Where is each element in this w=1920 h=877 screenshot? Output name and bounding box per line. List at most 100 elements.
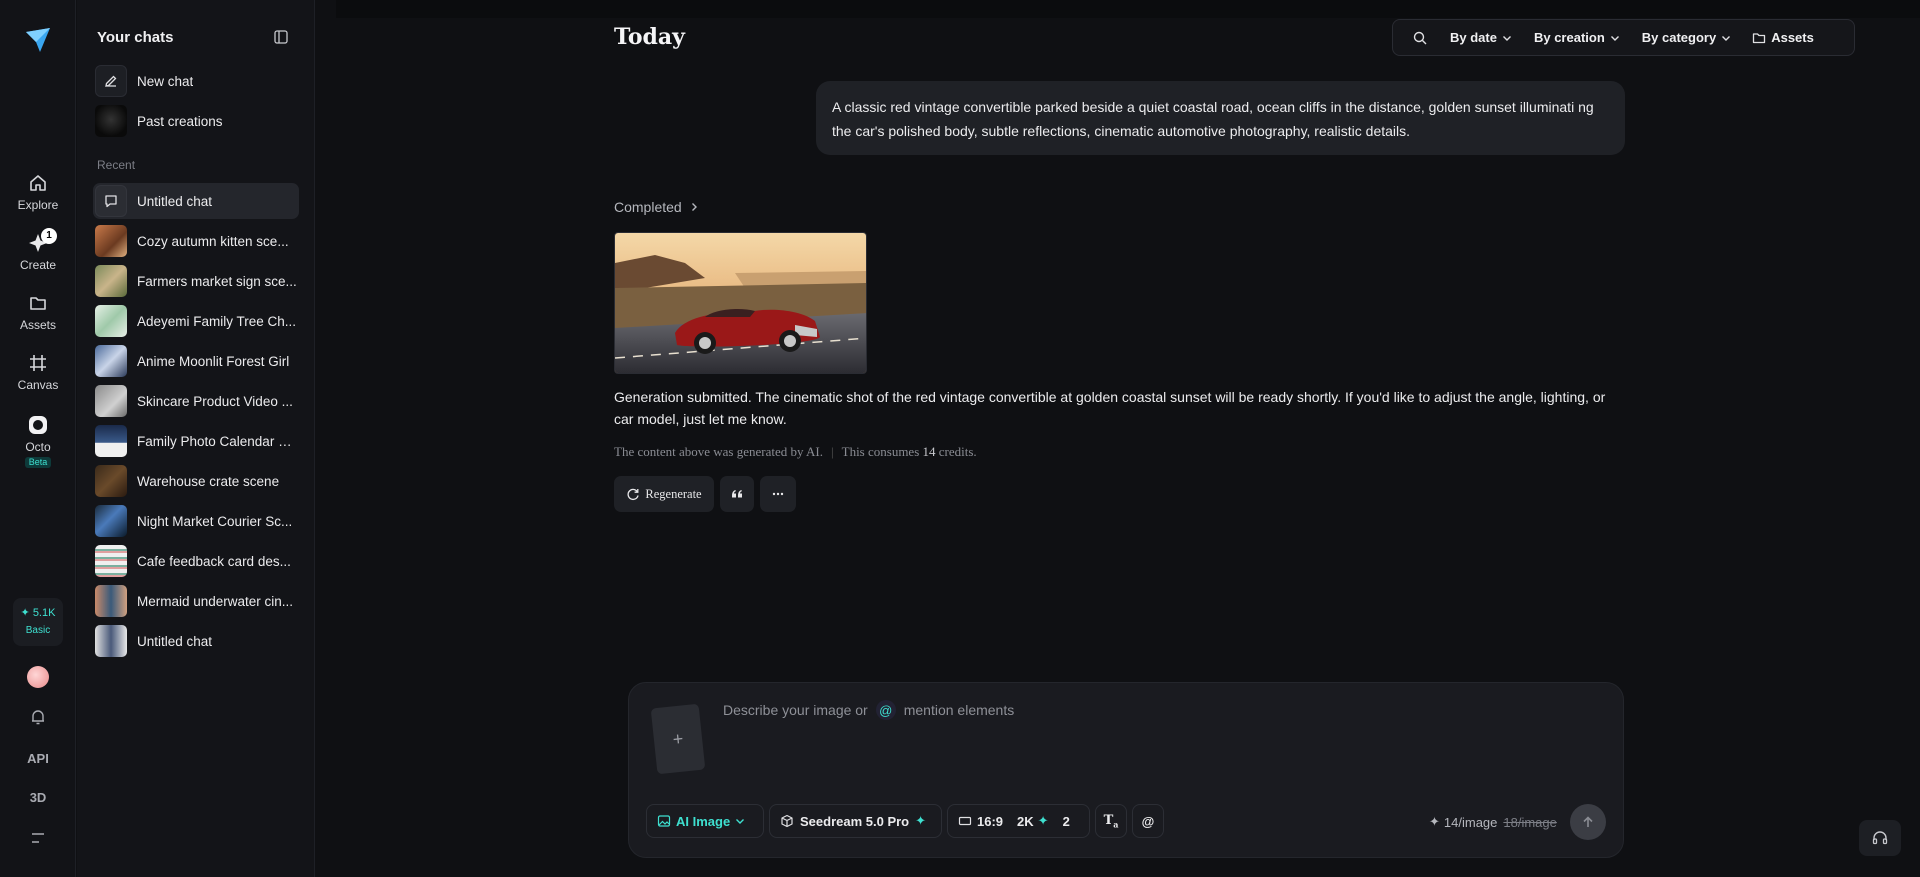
quote-button[interactable] xyxy=(720,476,754,512)
aspect-ratio-icon xyxy=(958,816,972,826)
message-actions: Regenerate xyxy=(614,476,802,512)
chat-thumbnail xyxy=(95,425,127,457)
octo-icon xyxy=(29,416,47,434)
chevron-down-icon xyxy=(1610,35,1619,41)
chat-item[interactable]: Adeyemi Family Tree Ch... xyxy=(93,303,299,339)
past-creations-button[interactable]: Past creations xyxy=(93,103,299,139)
mention-button[interactable]: @ xyxy=(1132,804,1164,838)
completed-status[interactable]: Completed xyxy=(614,199,700,215)
past-creations-thumbnail xyxy=(95,105,127,137)
by-date-label: By date xyxy=(1450,30,1497,45)
chevron-down-icon xyxy=(1722,35,1731,41)
chat-item[interactable]: Skincare Product Video ... xyxy=(93,383,299,419)
sparkle-icon: ✦ xyxy=(915,813,927,828)
chat-item-label: Untitled chat xyxy=(137,633,213,649)
generated-image[interactable] xyxy=(614,232,867,374)
rail-assets[interactable]: Assets xyxy=(0,292,76,332)
car-image xyxy=(615,233,866,373)
rail-canvas-label: Canvas xyxy=(17,378,59,392)
chat-item[interactable]: Farmers market sign sce... xyxy=(93,263,299,299)
chat-item-label: Family Photo Calendar E... xyxy=(137,433,297,449)
search-icon[interactable] xyxy=(1412,30,1428,46)
chat-item-label: Warehouse crate scene xyxy=(137,473,280,489)
chat-item[interactable]: Cafe feedback card des... xyxy=(93,543,299,579)
chat-item[interactable]: Untitled chat xyxy=(93,183,299,219)
collapse-sidebar-icon[interactable] xyxy=(273,29,289,45)
rail-create[interactable]: 1 Create xyxy=(0,228,76,272)
user-prompt-message: A classic red vintage convertible parked… xyxy=(816,81,1625,155)
add-reference-button[interactable]: + xyxy=(650,703,706,775)
by-category-dropdown[interactable]: By category xyxy=(1642,30,1732,45)
chat-bubble-icon xyxy=(95,185,127,217)
mode-selector[interactable]: AI Image xyxy=(646,804,764,838)
more-options-button[interactable] xyxy=(760,476,796,512)
new-chat-button[interactable]: New chat xyxy=(93,63,299,99)
chat-thumbnail xyxy=(95,265,127,297)
rail-explore-label: Explore xyxy=(17,198,59,212)
chat-item[interactable]: Anime Moonlit Forest Girl xyxy=(93,343,299,379)
text-style-button[interactable]: Ta xyxy=(1095,804,1127,838)
chat-thumbnail xyxy=(95,225,127,257)
chat-item[interactable]: Family Photo Calendar E... xyxy=(93,423,299,459)
by-creation-dropdown[interactable]: By creation xyxy=(1534,30,1621,45)
mode-label: AI Image xyxy=(676,813,731,829)
chat-item-label: Adeyemi Family Tree Ch... xyxy=(137,313,297,329)
avatar[interactable] xyxy=(27,666,49,688)
menu-icon[interactable] xyxy=(29,829,47,847)
page-title: Today xyxy=(614,24,685,50)
chat-thumbnail xyxy=(95,585,127,617)
model-label: Seedream 5.0 Pro xyxy=(800,813,910,829)
model-selector[interactable]: Seedream 5.0 Pro ✦ xyxy=(769,804,942,838)
chevron-down-icon xyxy=(1502,35,1511,41)
meta-separator: | xyxy=(831,444,834,459)
prompt-composer: + Describe your image or @ mention eleme… xyxy=(628,682,1624,858)
plus-icon: + xyxy=(671,728,685,749)
arrow-up-icon xyxy=(1583,816,1593,827)
chat-thumbnail xyxy=(95,465,127,497)
plan-name: Basic xyxy=(25,625,51,636)
bell-icon[interactable] xyxy=(29,708,47,726)
text-format-icon: Ta xyxy=(1103,812,1119,830)
chat-item[interactable]: Warehouse crate scene xyxy=(93,463,299,499)
output-settings[interactable]: 16:9 2K ✦ 2 xyxy=(947,804,1090,838)
headset-icon xyxy=(1872,831,1888,845)
home-icon xyxy=(30,175,46,191)
app-logo-icon[interactable] xyxy=(24,26,52,54)
regenerate-label: Regenerate xyxy=(645,486,702,501)
credits-amount: ✦ 5.1K xyxy=(20,607,56,619)
consumed-credits: 14 xyxy=(922,444,936,459)
top-strip xyxy=(336,0,1920,18)
cost-value: 14/image xyxy=(1443,814,1498,830)
credits-badge[interactable]: ✦ 5.1K Basic xyxy=(13,598,63,646)
more-horizontal-icon xyxy=(772,492,784,496)
chat-item[interactable]: Mermaid underwater cin... xyxy=(93,583,299,619)
sparkle-icon: ✦ xyxy=(1037,813,1049,828)
credits-note: The content above was generated by AI. | T… xyxy=(614,444,977,460)
send-button[interactable] xyxy=(1570,804,1606,840)
by-date-dropdown[interactable]: By date xyxy=(1450,30,1513,45)
chat-item[interactable]: Cozy autumn kitten sce... xyxy=(93,223,299,259)
beta-tag: Beta xyxy=(24,457,52,468)
cube-icon xyxy=(781,814,793,828)
rail-canvas[interactable]: Canvas xyxy=(0,352,76,392)
rail-3d[interactable]: 3D xyxy=(0,790,76,805)
assets-button[interactable]: Assets xyxy=(1752,30,1814,45)
regenerate-button[interactable]: Regenerate xyxy=(614,476,714,512)
support-button[interactable] xyxy=(1859,820,1901,856)
rail-explore[interactable]: Explore xyxy=(0,172,76,212)
by-creation-label: By creation xyxy=(1533,30,1605,45)
prompt-input[interactable]: Describe your image or @ mention element… xyxy=(723,700,1014,720)
chat-sidebar: Your chats New chat Past creations Recen… xyxy=(77,0,315,877)
rail-assets-label: Assets xyxy=(19,318,56,332)
chat-thumbnail xyxy=(95,385,127,417)
chat-item-label: Skincare Product Video ... xyxy=(137,393,293,409)
chat-item[interactable]: Night Market Courier Sc... xyxy=(93,503,299,539)
rail-api[interactable]: API xyxy=(0,751,76,766)
folder-icon xyxy=(30,297,46,310)
resolution-value: 2K xyxy=(1017,813,1034,829)
cost-per-image: ✦ 14/image 18/image xyxy=(1429,814,1557,830)
rail-octo[interactable]: Octo Beta xyxy=(0,414,76,468)
original-cost-value: 18/image xyxy=(1503,814,1557,830)
chat-item[interactable]: Untitled chat xyxy=(93,623,299,659)
mention-icon: @ xyxy=(875,700,896,720)
